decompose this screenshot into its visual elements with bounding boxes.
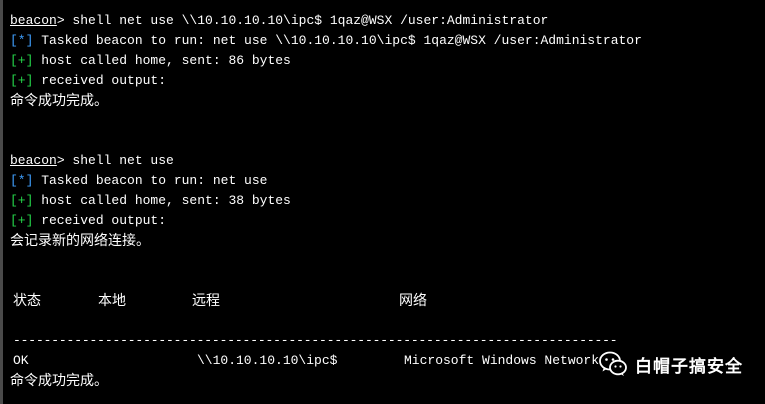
received-line: [+] received output: xyxy=(10,71,166,91)
command-text: > shell net use \\10.10.10.10\ipc$ 1qaz@… xyxy=(56,13,549,28)
output-text: 命令成功完成。 xyxy=(10,93,108,109)
tasked-line: [*] Tasked beacon to run: net use xyxy=(10,171,267,191)
command-line: beacon> shell net use xyxy=(10,151,174,171)
final-output-text: 命令成功完成。 xyxy=(10,373,108,389)
ok-tag: [+] xyxy=(10,53,34,68)
ok-tag: [+] xyxy=(10,193,34,208)
info-tag: [*] xyxy=(10,33,34,48)
table-separator: ----------------------------------------… xyxy=(13,333,618,348)
tasked-line: [*] Tasked beacon to run: net use \\10.1… xyxy=(10,31,642,51)
column-header-local: 本地 xyxy=(98,293,126,309)
received-line: [+] received output: xyxy=(10,211,166,231)
sent-text: host called home, sent: 86 bytes xyxy=(33,53,291,68)
beacon-prompt: beacon xyxy=(10,153,57,168)
tasked-text: Tasked beacon to run: net use \\10.10.10… xyxy=(33,33,642,48)
ok-tag: [+] xyxy=(10,213,34,228)
cell-network: Microsoft Windows Network xyxy=(404,353,600,368)
tasked-text: Tasked beacon to run: net use xyxy=(33,173,268,188)
received-text: received output: xyxy=(33,73,167,88)
beacon-prompt: beacon xyxy=(10,13,57,28)
received-text: received output: xyxy=(33,213,167,228)
cell-status: OK xyxy=(13,353,29,368)
watermark-text: 白帽子搞安全 xyxy=(635,357,743,377)
command-line: beacon> shell net use \\10.10.10.10\ipc$… xyxy=(10,11,548,31)
ok-tag: [+] xyxy=(10,73,34,88)
cell-remote: \\10.10.10.10\ipc$ xyxy=(197,353,338,368)
sent-text: host called home, sent: 38 bytes xyxy=(33,193,291,208)
output-text: 会记录新的网络连接。 xyxy=(10,233,150,249)
sent-line: [+] host called home, sent: 86 bytes xyxy=(10,51,291,71)
command-text: > shell net use xyxy=(56,153,174,168)
watermark: 白帽子搞安全 xyxy=(599,351,743,384)
column-header-status: 状态 xyxy=(13,293,41,309)
column-header-remote: 远程 xyxy=(192,293,220,309)
info-tag: [*] xyxy=(10,173,34,188)
sent-line: [+] host called home, sent: 38 bytes xyxy=(10,191,291,211)
wechat-icon xyxy=(599,351,627,384)
column-header-network: 网络 xyxy=(399,293,427,309)
terminal-window[interactable]: beacon> shell net use \\10.10.10.10\ipc$… xyxy=(0,0,765,404)
